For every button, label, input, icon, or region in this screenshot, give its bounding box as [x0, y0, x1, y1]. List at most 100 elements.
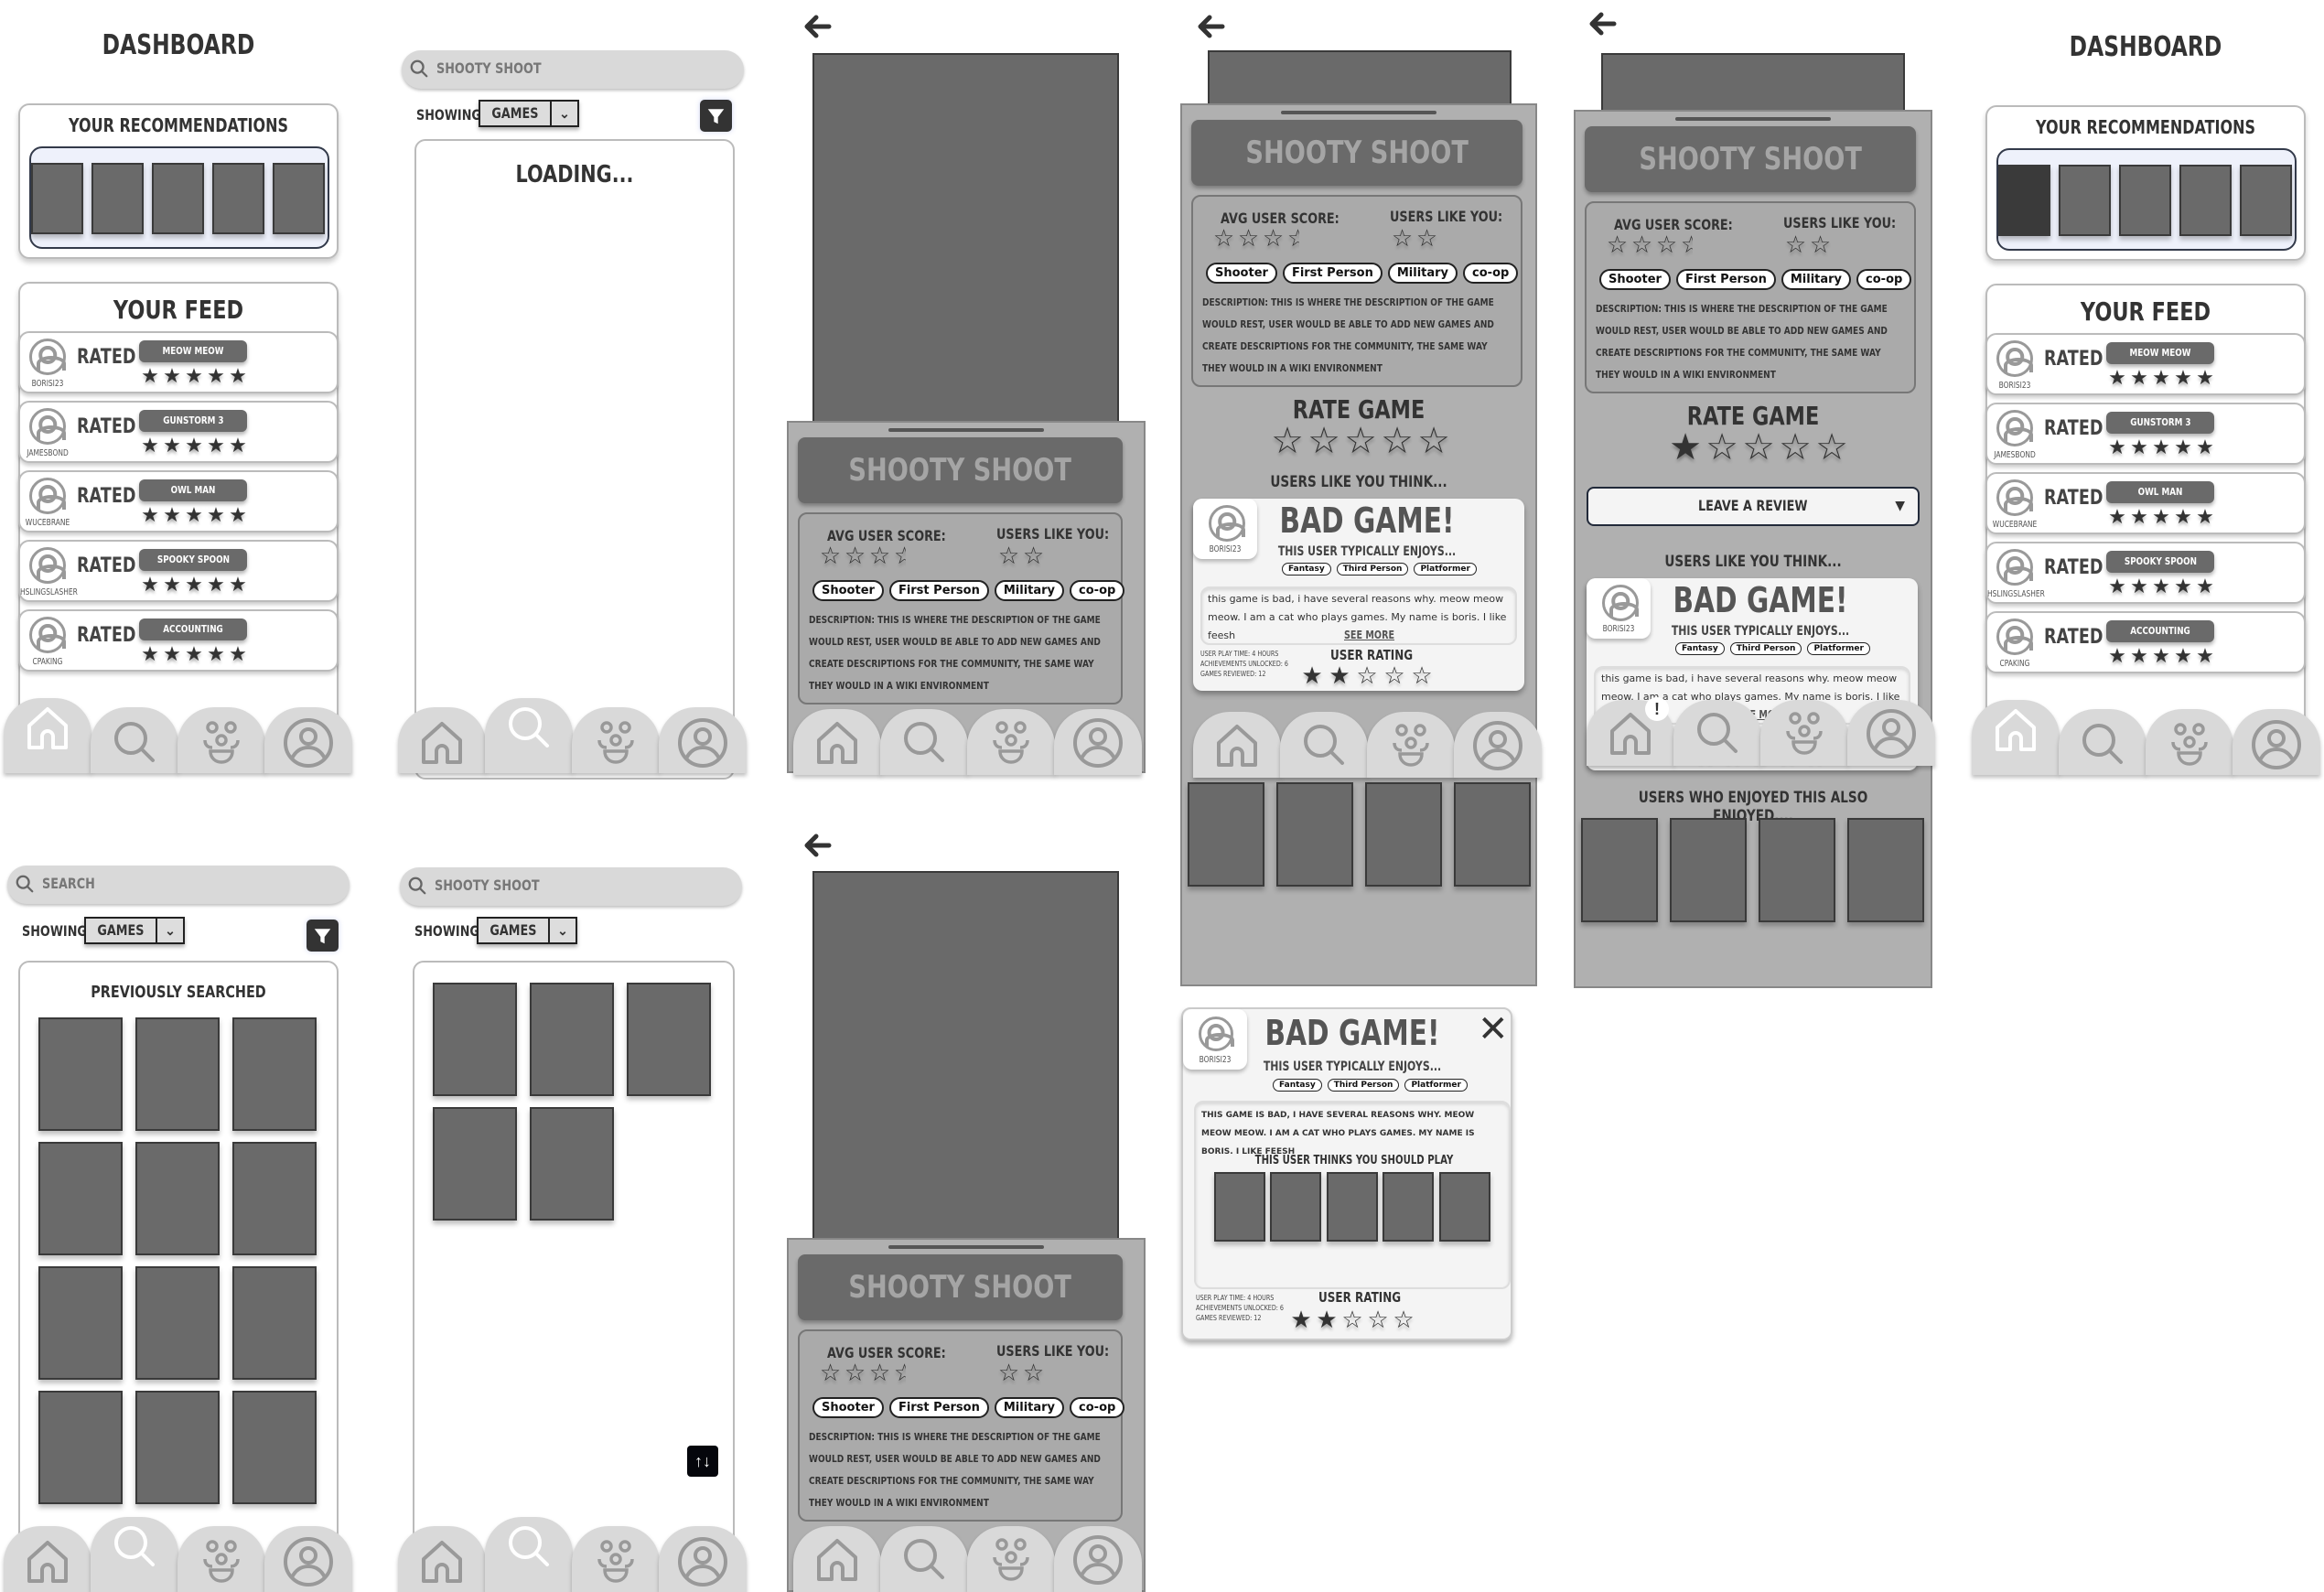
rate-game-stars[interactable]: ★ ☆ ☆ ☆ ☆ — [1667, 426, 1850, 468]
search-input[interactable]: SHOOTY SHOOT — [436, 59, 542, 77]
game-thumbnail[interactable] — [1454, 782, 1531, 887]
feed-item[interactable]: CPAKING RATED ACCOUNTING WARS ★ ★ ★ ★ ★ — [1985, 611, 2306, 673]
nav-tab-community[interactable] — [967, 1526, 1055, 1592]
nav-tab-search[interactable] — [1280, 712, 1368, 778]
genre-tag[interactable]: Fantasy — [1273, 1079, 1322, 1092]
genre-tag[interactable]: Fantasy — [1282, 563, 1331, 575]
back-arrow-icon[interactable] — [803, 14, 833, 39]
game-thumbnail[interactable] — [1670, 818, 1747, 922]
game-thumbnail[interactable] — [38, 1017, 123, 1131]
game-thumbnail[interactable] — [1188, 782, 1264, 887]
game-thumbnail[interactable] — [2240, 165, 2292, 236]
filter-button[interactable] — [307, 920, 339, 952]
game-thumbnail[interactable] — [38, 1142, 123, 1255]
nav-tab-community[interactable] — [1760, 700, 1848, 766]
category-dropdown[interactable]: GAMES ⌄ — [84, 917, 185, 944]
genre-tag[interactable]: Shooter — [812, 580, 884, 601]
game-thumbnail[interactable] — [135, 1142, 220, 1255]
feed-item[interactable]: WUCEBRANE RATED OWL MAN RETURNS ★ ★ ★ ★ ★ — [1985, 472, 2306, 534]
recommendations-carousel[interactable] — [1996, 148, 2297, 251]
genre-tag[interactable]: Military — [994, 1397, 1065, 1418]
genre-tag[interactable]: Third Person — [1729, 642, 1802, 655]
game-thumbnail[interactable] — [232, 1391, 317, 1504]
genre-tag[interactable]: Platformer — [1414, 563, 1477, 575]
game-thumbnail-selected[interactable] — [1998, 165, 2050, 236]
game-thumbnail[interactable] — [38, 1266, 123, 1380]
nav-tab-profile[interactable] — [264, 707, 352, 773]
game-thumbnail[interactable] — [91, 163, 144, 234]
nav-tab-community[interactable] — [178, 707, 265, 773]
genre-tag[interactable]: co-op — [1856, 269, 1912, 290]
close-icon[interactable]: ✕ — [1478, 1011, 1509, 1048]
genre-tag[interactable]: Military — [1781, 269, 1852, 290]
game-info-sheet[interactable]: SHOOTY SHOOT AVG USER SCORE: ☆ ☆ ☆ ☆ USERS … — [787, 421, 1146, 775]
nav-tab-search[interactable] — [1673, 700, 1761, 766]
feed-item[interactable]: JAMESBOND RATED GUNSTORM 3 ★ ★ ★ ★ ★ — [1985, 403, 2306, 465]
nav-tab-profile[interactable] — [1847, 700, 1935, 766]
nav-tab-profile[interactable] — [264, 1526, 352, 1592]
nav-tab-profile[interactable] — [1454, 712, 1542, 778]
genre-tag[interactable]: Fantasy — [1675, 642, 1725, 655]
game-thumbnail[interactable] — [152, 163, 204, 234]
star-empty-icon[interactable]: ☆ — [1704, 426, 1740, 468]
game-thumbnail[interactable] — [38, 1391, 123, 1504]
nav-tab-home[interactable] — [793, 709, 881, 775]
nav-tab-home[interactable] — [1972, 700, 2060, 775]
game-name-pill[interactable]: OWL MAN RETURNS — [139, 479, 247, 518]
game-thumbnail[interactable] — [232, 1142, 317, 1255]
sheet-grabber[interactable] — [888, 428, 1044, 432]
game-thumbnail[interactable] — [1581, 818, 1658, 922]
game-thumbnail[interactable] — [2179, 165, 2232, 236]
nav-tab-profile[interactable] — [1054, 1526, 1142, 1592]
game-thumbnail[interactable] — [2119, 165, 2171, 236]
star-empty-icon[interactable]: ☆ — [1342, 420, 1379, 462]
game-thumbnail[interactable] — [1759, 818, 1835, 922]
game-thumbnail[interactable] — [135, 1391, 220, 1504]
nav-tab-home[interactable] — [398, 707, 486, 773]
feed-item[interactable]: HSLINGSLASHER RATED SPOOKY SPOON ★ ★ ★ ★ ★ — [18, 540, 339, 602]
game-thumbnail[interactable] — [232, 1017, 317, 1131]
search-bar[interactable]: SHOOTY SHOOT — [402, 50, 744, 89]
nav-tab-profile[interactable] — [1054, 709, 1142, 775]
nav-tab-community[interactable] — [572, 1526, 660, 1592]
genre-tag[interactable]: Shooter — [1599, 269, 1671, 290]
genre-tag[interactable]: First Person — [888, 1397, 989, 1418]
game-thumbnail[interactable] — [2059, 165, 2111, 236]
nav-tab-search[interactable] — [91, 707, 178, 773]
game-info-sheet[interactable]: SHOOTY SHOOT AVG USER SCORE: ☆ ☆ ☆ ☆ USERS … — [1574, 110, 1935, 988]
game-thumbnail[interactable] — [135, 1266, 220, 1380]
genre-tag[interactable]: Military — [1387, 263, 1458, 284]
genre-tag[interactable]: co-op — [1463, 263, 1519, 284]
game-thumbnail[interactable] — [1439, 1172, 1490, 1242]
sheet-grabber[interactable] — [1675, 117, 1831, 121]
search-bar[interactable]: SEARCH — [7, 866, 350, 904]
see-more-link[interactable]: SEE MORE — [1344, 629, 1394, 641]
nav-tab-search[interactable] — [2059, 709, 2146, 775]
leave-review-dropdown[interactable]: LEAVE A REVIEW ▼ — [1587, 487, 1920, 526]
game-thumbnail[interactable] — [1276, 782, 1353, 887]
game-name-pill[interactable]: GUNSTORM 3 — [139, 410, 247, 432]
back-arrow-icon[interactable] — [803, 833, 833, 858]
nav-tab-search[interactable] — [91, 1517, 178, 1592]
genre-tag[interactable]: Platformer — [1404, 1079, 1468, 1092]
nav-tab-search[interactable] — [880, 1526, 968, 1592]
game-info-sheet[interactable]: SHOOTY SHOOT AVG USER SCORE: ☆ ☆ ☆ ☆ USERS … — [1180, 103, 1542, 986]
star-filled-icon[interactable]: ★ — [1667, 426, 1704, 468]
game-name-pill[interactable]: MEOW MEOW WORLD — [139, 340, 247, 379]
nav-tab-home[interactable] — [4, 698, 91, 773]
nav-tab-home[interactable] — [1193, 712, 1281, 778]
genre-tag[interactable]: Third Person — [1327, 1079, 1400, 1092]
game-thumbnail[interactable] — [1214, 1172, 1265, 1242]
game-name-pill[interactable]: OWL MAN RETURNS — [2106, 481, 2214, 520]
nav-tab-community[interactable] — [967, 709, 1055, 775]
sheet-grabber[interactable] — [1281, 111, 1436, 114]
game-thumbnail[interactable] — [530, 983, 614, 1096]
game-thumbnail[interactable] — [627, 983, 711, 1096]
nav-tab-profile[interactable] — [2233, 709, 2320, 775]
game-name-pill[interactable]: SPOOKY SPOON — [139, 549, 247, 571]
genre-tag[interactable]: Shooter — [1206, 263, 1277, 284]
nav-tab-search[interactable] — [485, 698, 573, 773]
star-empty-icon[interactable]: ☆ — [1813, 426, 1850, 468]
back-arrow-icon[interactable] — [1197, 14, 1226, 39]
search-bar[interactable]: SHOOTY SHOOT — [400, 867, 742, 906]
